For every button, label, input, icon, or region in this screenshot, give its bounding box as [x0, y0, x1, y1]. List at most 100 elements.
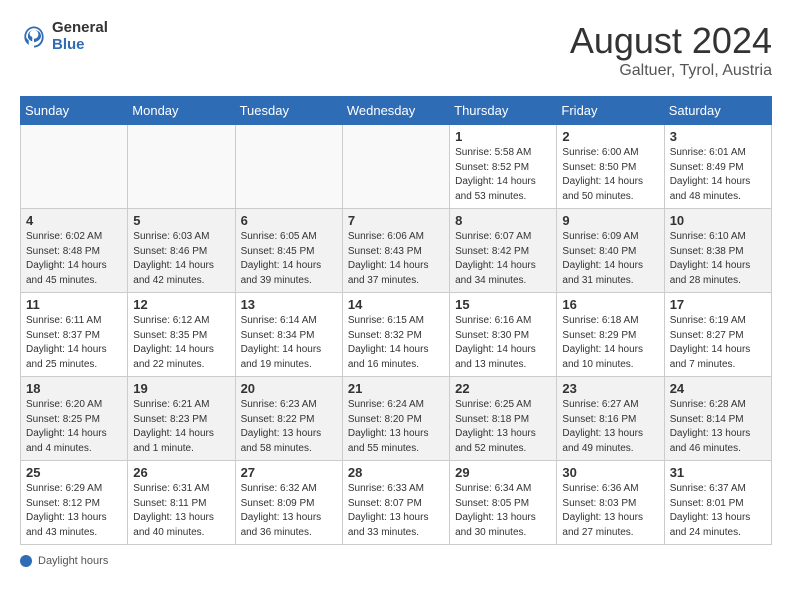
day-number: 13 — [241, 297, 337, 312]
day-info: Sunrise: 6:28 AMSunset: 8:14 PMDaylight:… — [670, 398, 766, 456]
day-info: Sunrise: 6:07 AMSunset: 8:42 PMDaylight:… — [455, 230, 551, 288]
weekday-header-friday: Friday — [557, 97, 664, 125]
day-info: Sunrise: 6:01 AMSunset: 8:49 PMDaylight:… — [670, 146, 766, 204]
day-number: 30 — [562, 465, 658, 480]
legend-icon — [20, 555, 32, 567]
calendar-week-row: 1 Sunrise: 5:58 AMSunset: 8:52 PMDaylight… — [21, 125, 772, 209]
empty-cell — [342, 125, 449, 209]
location: Galtuer, Tyrol, Austria — [570, 62, 772, 80]
calendar-day: 21 Sunrise: 6:24 AMSunset: 8:20 PMDayligh… — [342, 377, 449, 461]
calendar-day: 7 Sunrise: 6:06 AMSunset: 8:43 PMDaylight… — [342, 209, 449, 293]
day-info: Sunrise: 6:12 AMSunset: 8:35 PMDaylight:… — [133, 314, 229, 372]
empty-cell — [235, 125, 342, 209]
month-title: August 2024 — [570, 20, 772, 62]
calendar-week-row: 18 Sunrise: 6:20 AMSunset: 8:25 PMDayligh… — [21, 377, 772, 461]
day-number: 12 — [133, 297, 229, 312]
day-info: Sunrise: 6:20 AMSunset: 8:25 PMDaylight:… — [26, 398, 122, 456]
day-info: Sunrise: 6:21 AMSunset: 8:23 PMDaylight:… — [133, 398, 229, 456]
day-info: Sunrise: 6:15 AMSunset: 8:32 PMDaylight:… — [348, 314, 444, 372]
day-number: 25 — [26, 465, 122, 480]
calendar-day: 5 Sunrise: 6:03 AMSunset: 8:46 PMDaylight… — [128, 209, 235, 293]
day-info: Sunrise: 6:24 AMSunset: 8:20 PMDaylight:… — [348, 398, 444, 456]
calendar-day: 12 Sunrise: 6:12 AMSunset: 8:35 PMDayligh… — [128, 293, 235, 377]
calendar-day: 25Sunrise: 6:29 AMSunset: 8:12 PMDayligh… — [21, 461, 128, 545]
day-info: Sunrise: 6:10 AMSunset: 8:38 PMDaylight:… — [670, 230, 766, 288]
calendar-day: 30 Sunrise: 6:36 AMSunset: 8:03 PMDayligh… — [557, 461, 664, 545]
logo: General Blue — [20, 20, 108, 53]
day-number: 5 — [133, 213, 229, 228]
day-info: Sunrise: 6:14 AMSunset: 8:34 PMDaylight:… — [241, 314, 337, 372]
calendar-day: 22Sunrise: 6:25 AMSunset: 8:18 PMDayligh… — [450, 377, 557, 461]
day-info: Sunrise: 6:11 AMSunset: 8:37 PMDaylight:… — [26, 314, 122, 372]
day-number: 17 — [670, 297, 766, 312]
day-number: 27 — [241, 465, 337, 480]
calendar-day: 16 Sunrise: 6:18 AMSunset: 8:29 PMDayligh… — [557, 293, 664, 377]
calendar-day: 10 Sunrise: 6:10 AMSunset: 8:38 PMDayligh… — [664, 209, 771, 293]
calendar-day: 6 Sunrise: 6:05 AMSunset: 8:45 PMDaylight… — [235, 209, 342, 293]
day-info: Sunrise: 6:09 AMSunset: 8:40 PMDaylight:… — [562, 230, 658, 288]
weekday-header-row: SundayMondayTuesdayWednesdayThursdayFrid… — [21, 97, 772, 125]
day-info: Sunrise: 6:16 AMSunset: 8:30 PMDaylight:… — [455, 314, 551, 372]
day-info: Sunrise: 6:36 AMSunset: 8:03 PMDaylight:… — [562, 482, 658, 540]
day-info: Sunrise: 6:05 AMSunset: 8:45 PMDaylight:… — [241, 230, 337, 288]
calendar-day: 24Sunrise: 6:28 AMSunset: 8:14 PMDayligh… — [664, 377, 771, 461]
day-number: 20 — [241, 381, 337, 396]
weekday-header-saturday: Saturday — [664, 97, 771, 125]
calendar-day: 26 Sunrise: 6:31 AMSunset: 8:11 PMDayligh… — [128, 461, 235, 545]
weekday-header-wednesday: Wednesday — [342, 97, 449, 125]
day-info: Sunrise: 6:34 AMSunset: 8:05 PMDaylight:… — [455, 482, 551, 540]
calendar-day: 13 Sunrise: 6:14 AMSunset: 8:34 PMDayligh… — [235, 293, 342, 377]
day-number: 15 — [455, 297, 551, 312]
calendar-day: 20 Sunrise: 6:23 AMSunset: 8:22 PMDayligh… — [235, 377, 342, 461]
calendar-day: 9Sunrise: 6:09 AMSunset: 8:40 PMDaylight… — [557, 209, 664, 293]
logo-general: General — [52, 19, 108, 36]
day-number: 18 — [26, 381, 122, 396]
legend-text: Daylight hours — [38, 555, 108, 567]
day-number: 31 — [670, 465, 766, 480]
calendar-week-row: 11 Sunrise: 6:11 AMSunset: 8:37 PMDayligh… — [21, 293, 772, 377]
calendar-day: 17Sunrise: 6:19 AMSunset: 8:27 PMDayligh… — [664, 293, 771, 377]
day-number: 29 — [455, 465, 551, 480]
calendar-table: SundayMondayTuesdayWednesdayThursdayFrid… — [20, 96, 772, 545]
day-number: 1 — [455, 129, 551, 144]
day-number: 7 — [348, 213, 444, 228]
day-info: Sunrise: 6:06 AMSunset: 8:43 PMDaylight:… — [348, 230, 444, 288]
day-info: Sunrise: 6:31 AMSunset: 8:11 PMDaylight:… — [133, 482, 229, 540]
day-number: 8 — [455, 213, 551, 228]
day-number: 26 — [133, 465, 229, 480]
day-number: 14 — [348, 297, 444, 312]
weekday-header-monday: Monday — [128, 97, 235, 125]
day-number: 10 — [670, 213, 766, 228]
day-info: Sunrise: 5:58 AMSunset: 8:52 PMDaylight:… — [455, 146, 551, 204]
calendar-day: 31Sunrise: 6:37 AMSunset: 8:01 PMDayligh… — [664, 461, 771, 545]
calendar-day: 23 Sunrise: 6:27 AMSunset: 8:16 PMDayligh… — [557, 377, 664, 461]
day-number: 23 — [562, 381, 658, 396]
day-number: 11 — [26, 297, 122, 312]
logo-icon — [20, 23, 48, 51]
day-number: 16 — [562, 297, 658, 312]
day-info: Sunrise: 6:03 AMSunset: 8:46 PMDaylight:… — [133, 230, 229, 288]
day-info: Sunrise: 6:02 AMSunset: 8:48 PMDaylight:… — [26, 230, 122, 288]
calendar-day: 29 Sunrise: 6:34 AMSunset: 8:05 PMDayligh… — [450, 461, 557, 545]
logo-blue: Blue — [52, 36, 85, 53]
day-info: Sunrise: 6:18 AMSunset: 8:29 PMDaylight:… — [562, 314, 658, 372]
legend: Daylight hours — [20, 555, 772, 567]
calendar-day: 11 Sunrise: 6:11 AMSunset: 8:37 PMDayligh… — [21, 293, 128, 377]
day-info: Sunrise: 6:32 AMSunset: 8:09 PMDaylight:… — [241, 482, 337, 540]
day-number: 3 — [670, 129, 766, 144]
calendar-day: 1 Sunrise: 5:58 AMSunset: 8:52 PMDaylight… — [450, 125, 557, 209]
logo-text: General Blue — [52, 20, 108, 53]
day-number: 21 — [348, 381, 444, 396]
day-info: Sunrise: 6:00 AMSunset: 8:50 PMDaylight:… — [562, 146, 658, 204]
day-info: Sunrise: 6:23 AMSunset: 8:22 PMDaylight:… — [241, 398, 337, 456]
day-info: Sunrise: 6:33 AMSunset: 8:07 PMDaylight:… — [348, 482, 444, 540]
day-number: 6 — [241, 213, 337, 228]
calendar-day: 18 Sunrise: 6:20 AMSunset: 8:25 PMDayligh… — [21, 377, 128, 461]
day-info: Sunrise: 6:27 AMSunset: 8:16 PMDaylight:… — [562, 398, 658, 456]
title-block: August 2024 Galtuer, Tyrol, Austria — [570, 20, 772, 80]
calendar-day: 14 Sunrise: 6:15 AMSunset: 8:32 PMDayligh… — [342, 293, 449, 377]
calendar-day: 15 Sunrise: 6:16 AMSunset: 8:30 PMDayligh… — [450, 293, 557, 377]
calendar-day: 27 Sunrise: 6:32 AMSunset: 8:09 PMDayligh… — [235, 461, 342, 545]
calendar-day: 19Sunrise: 6:21 AMSunset: 8:23 PMDayligh… — [128, 377, 235, 461]
day-number: 4 — [26, 213, 122, 228]
